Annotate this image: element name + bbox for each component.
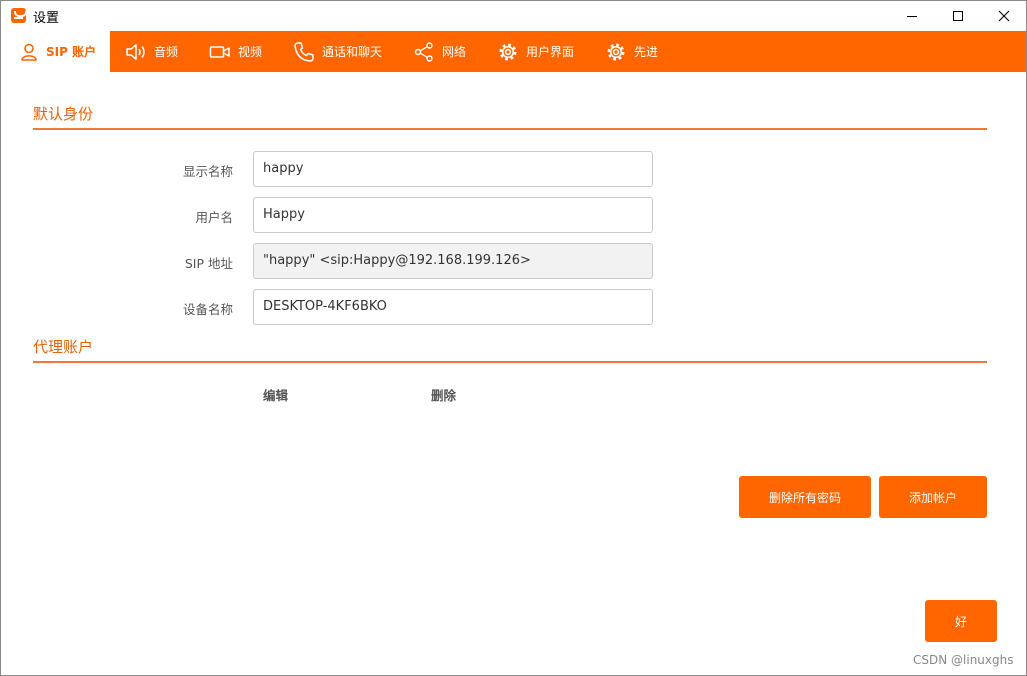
tab-video[interactable]: 视频	[209, 31, 262, 72]
gear-icon	[497, 41, 519, 63]
tab-label: 通话和聊天	[322, 45, 383, 59]
tab-calls-and-chat[interactable]: 通话和聊天	[293, 31, 382, 72]
minimize-icon	[907, 16, 917, 17]
tab-advanced[interactable]: 先进	[605, 31, 658, 72]
maximize-button[interactable]	[935, 1, 981, 31]
settings-tab-bar: SIP 账户 音频 视频 通话和聊天 网络 用户界面 先进	[1, 31, 1026, 72]
column-header-edit: 编辑	[263, 388, 289, 403]
tab-audio[interactable]: 音频	[125, 31, 178, 72]
window-title: 设置	[33, 11, 60, 26]
column-header-delete: 删除	[431, 388, 457, 403]
display-name-input[interactable]: happy	[253, 151, 653, 187]
sip-address-label: SIP 地址	[184, 256, 233, 271]
display-name-label: 显示名称	[182, 164, 233, 179]
phone-icon	[293, 41, 315, 63]
username-label: 用户名	[195, 210, 233, 225]
gear-icon	[605, 41, 627, 63]
close-icon	[998, 10, 1010, 22]
username-input[interactable]: Happy	[253, 197, 653, 233]
device-name-label: 设备名称	[182, 302, 233, 317]
speaker-icon	[125, 42, 147, 62]
close-button[interactable]	[981, 1, 1027, 31]
tab-label: 用户界面	[526, 45, 575, 59]
default-identity-heading: 默认身份	[33, 105, 94, 123]
section-divider	[33, 361, 987, 363]
tab-label: 先进	[634, 45, 659, 59]
watermark: CSDN @linuxghs	[913, 653, 1014, 667]
tab-network[interactable]: 网络	[413, 31, 466, 72]
tab-sip-account[interactable]: SIP 账户	[1, 31, 110, 72]
video-camera-icon	[209, 42, 231, 62]
maximize-icon	[953, 11, 963, 21]
settings-window: 设置 SIP 账户 音频 视频 通话和聊天 网络 用户界面 先进 默认身份 显示…	[0, 0, 1027, 676]
app-logo-icon	[11, 8, 27, 23]
tab-label: 视频	[238, 45, 263, 59]
tab-label: SIP 账户	[46, 45, 97, 59]
delete-all-passwords-button[interactable]: 删除所有密码	[739, 476, 871, 518]
section-divider	[33, 128, 987, 130]
tab-user-interface[interactable]: 用户界面	[497, 31, 574, 72]
share-network-icon	[413, 41, 435, 63]
title-bar: 设置	[1, 1, 1026, 31]
minimize-button[interactable]	[889, 1, 935, 31]
proxy-accounts-heading: 代理账户	[33, 338, 94, 356]
ok-button[interactable]: 好	[925, 600, 997, 642]
sip-address-field: "happy" <sip:Happy@192.168.199.126>	[253, 243, 653, 279]
add-account-button[interactable]: 添加帐户	[879, 476, 987, 518]
device-name-input[interactable]: DESKTOP-4KF6BKO	[253, 289, 653, 325]
user-icon	[19, 42, 39, 62]
tab-label: 网络	[442, 45, 467, 59]
tab-label: 音频	[154, 45, 179, 59]
